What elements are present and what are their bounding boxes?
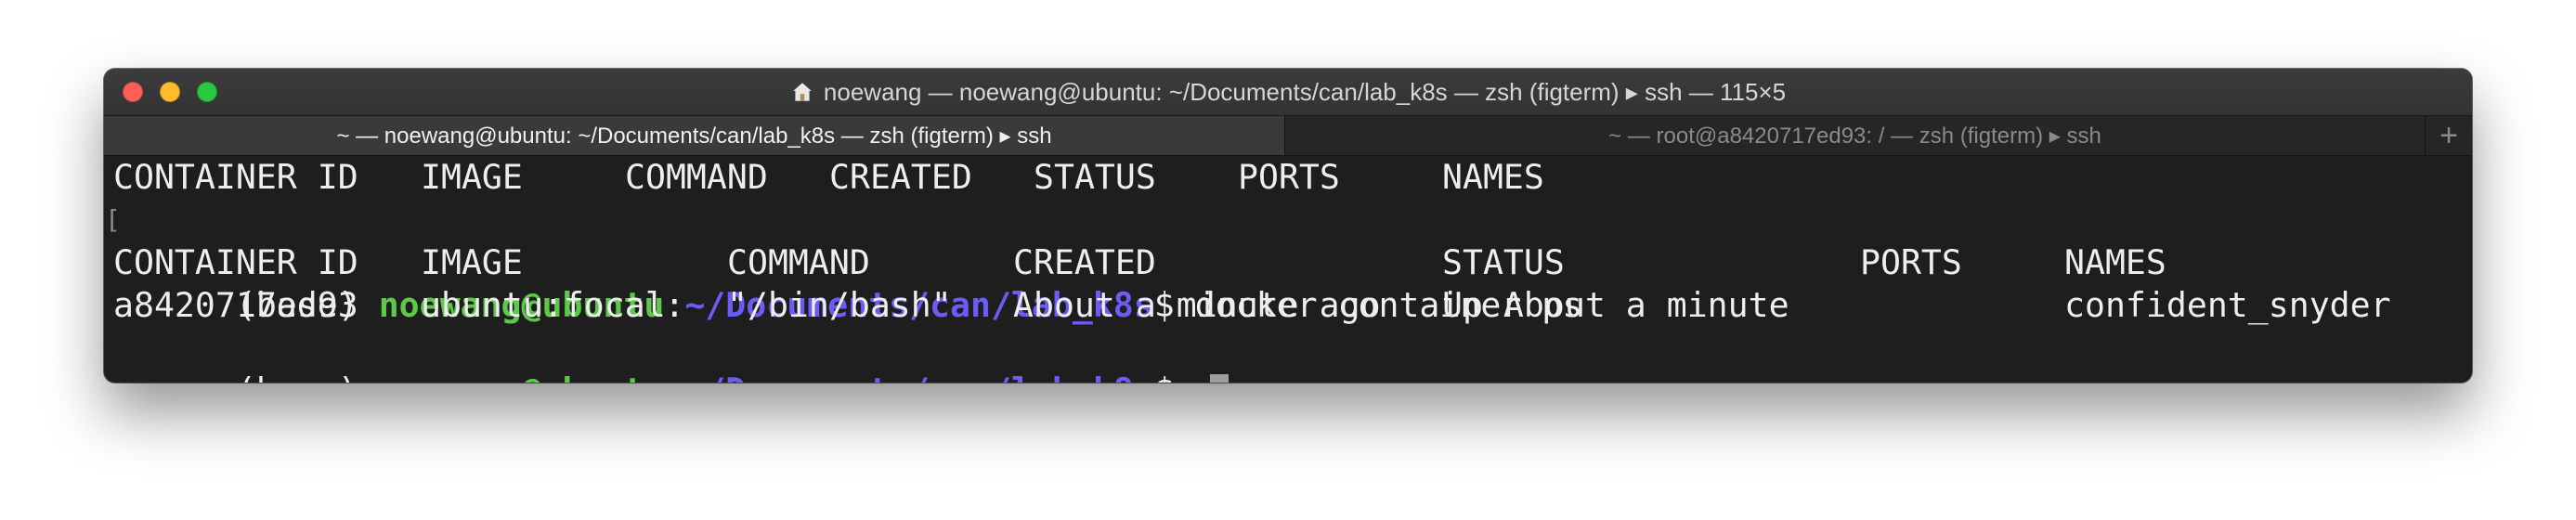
header-names: NAMES: [2064, 242, 2166, 282]
header-image: IMAGE: [421, 157, 523, 197]
tab-local-shell[interactable]: ~ — noewang@ubuntu: ~/Documents/can/lab_…: [104, 116, 1285, 155]
cell-command: "/bin/bash": [727, 285, 952, 325]
new-tab-button[interactable]: +: [2426, 116, 2472, 155]
home-folder-icon: [793, 83, 812, 101]
prompt-symbol: $: [1154, 370, 1195, 383]
terminal-output[interactable]: CONTAINER ID IMAGE COMMAND CREATED STATU…: [105, 156, 2472, 383]
ps-header-line: CONTAINER ID IMAGE COMMAND CREATED STATU…: [113, 156, 2463, 199]
header-command: COMMAND: [727, 242, 870, 282]
tab-label: ~ — root@a8420717ed93: / — zsh (figterm)…: [1608, 123, 2101, 149]
line-bracket-left: [: [105, 204, 121, 235]
prompt-line: [ (base) noewang@ubuntu:~/Documents/can/…: [105, 199, 2472, 325]
window-title-wrap: noewang — noewang@ubuntu: ~/Documents/ca…: [104, 69, 2472, 115]
text-cursor: [1209, 374, 1229, 383]
cell-created: About a minute ago: [1013, 285, 1381, 325]
prompt-separator: :: [664, 370, 684, 383]
cell-status: Up About a minute: [1442, 285, 1789, 325]
cell-container-id: a8420717ed93: [113, 285, 358, 325]
container-row: a8420717ed93 ubuntu:focal "/bin/bash" Ab…: [113, 284, 2463, 327]
header-status: STATUS: [1442, 242, 1565, 282]
prompt-user-host: noewang@ubuntu: [379, 370, 665, 383]
header-container-id: CONTAINER ID: [113, 157, 358, 197]
cell-names: confident_snyder: [2064, 285, 2391, 325]
ps-header-line: CONTAINER ID IMAGE COMMAND CREATED STATU…: [113, 241, 2463, 284]
prompt-path: ~/Documents/can/lab_k8s: [684, 370, 1153, 383]
title-bar[interactable]: noewang — noewang@ubuntu: ~/Documents/ca…: [104, 69, 2472, 116]
cell-image: ubuntu:focal: [421, 285, 666, 325]
terminal-window: noewang — noewang@ubuntu: ~/Documents/ca…: [104, 69, 2472, 383]
header-ports: PORTS: [1238, 157, 1340, 197]
header-command: COMMAND: [625, 157, 768, 197]
line-bracket-right: ]: [2468, 199, 2472, 241]
tab-bar: ~ — noewang@ubuntu: ~/Documents/can/lab_…: [104, 116, 2472, 156]
tab-container-shell[interactable]: ~ — root@a8420717ed93: / — zsh (figterm)…: [1285, 116, 2426, 155]
plus-icon: +: [2439, 117, 2458, 153]
header-status: STATUS: [1034, 157, 1156, 197]
header-ports: PORTS: [1860, 242, 1962, 282]
tab-label: ~ — noewang@ubuntu: ~/Documents/can/lab_…: [336, 123, 1052, 149]
header-created: CREATED: [1013, 242, 1156, 282]
header-names: NAMES: [1442, 157, 1544, 197]
conda-env: (base): [236, 370, 379, 383]
header-container-id: CONTAINER ID: [113, 242, 358, 282]
prompt-line-current: (base) noewang@ubuntu:~/Documents/can/la…: [113, 327, 2463, 383]
header-created: CREATED: [829, 157, 972, 197]
window-title: noewang — noewang@ubuntu: ~/Documents/ca…: [823, 77, 1787, 106]
header-image: IMAGE: [421, 242, 523, 282]
